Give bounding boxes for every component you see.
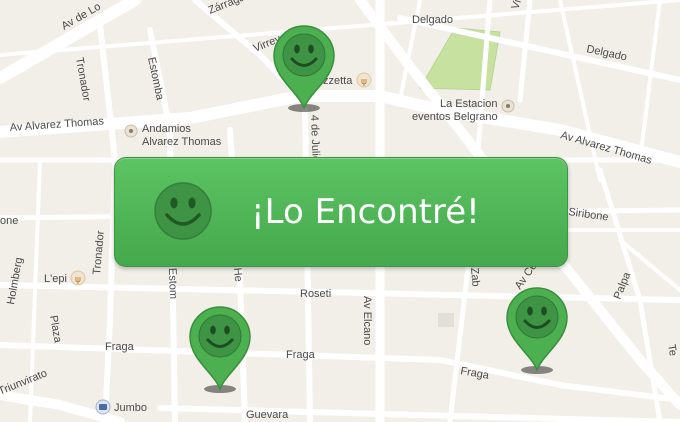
map-pin[interactable] [186, 303, 254, 395]
street-label: Delgado [412, 14, 453, 26]
street-label: 4 de Julio [308, 115, 322, 162]
poi-label: eventos Belgrano [412, 111, 498, 123]
street-label: Av Elcano [361, 296, 373, 345]
smiley-face-icon [273, 25, 335, 112]
street-label: Zab [468, 267, 482, 287]
svg-text:ψ: ψ [361, 77, 367, 87]
street-label: Estom [166, 268, 179, 300]
svg-text:ψ: ψ [75, 275, 81, 285]
building-block [438, 313, 454, 327]
map-view[interactable]: Av de Lo Zárraga Virrey Tronador Estomba… [0, 0, 680, 422]
street-label: Guevara [246, 409, 289, 421]
banner-title: ¡Lo Encontré! [251, 192, 480, 232]
poi-lepi[interactable]: L'epi ψ [44, 270, 86, 286]
street-label: Fraga [286, 349, 316, 361]
street-label: He [231, 267, 244, 282]
smiley-face-icon [154, 182, 212, 240]
poi-label: Jumbo [114, 402, 147, 414]
street-label: Te [665, 343, 679, 357]
street-label: Roseti [300, 288, 331, 300]
smiley-face-icon [506, 287, 568, 374]
street-label: one [0, 215, 18, 227]
smiley-face-icon [189, 306, 251, 393]
poi-label: Andamios [142, 123, 191, 135]
poi-label: La Estacion [440, 98, 497, 110]
poi-label: L'epi [44, 273, 67, 285]
map-pin[interactable] [270, 22, 338, 114]
poi-jumbo[interactable]: Jumbo [95, 399, 147, 415]
found-it-banner[interactable]: ¡Lo Encontré! [114, 157, 568, 267]
poi-label: Alvarez Thomas [142, 136, 222, 148]
map-pin[interactable] [503, 284, 571, 376]
street-label: Fraga [105, 341, 135, 353]
